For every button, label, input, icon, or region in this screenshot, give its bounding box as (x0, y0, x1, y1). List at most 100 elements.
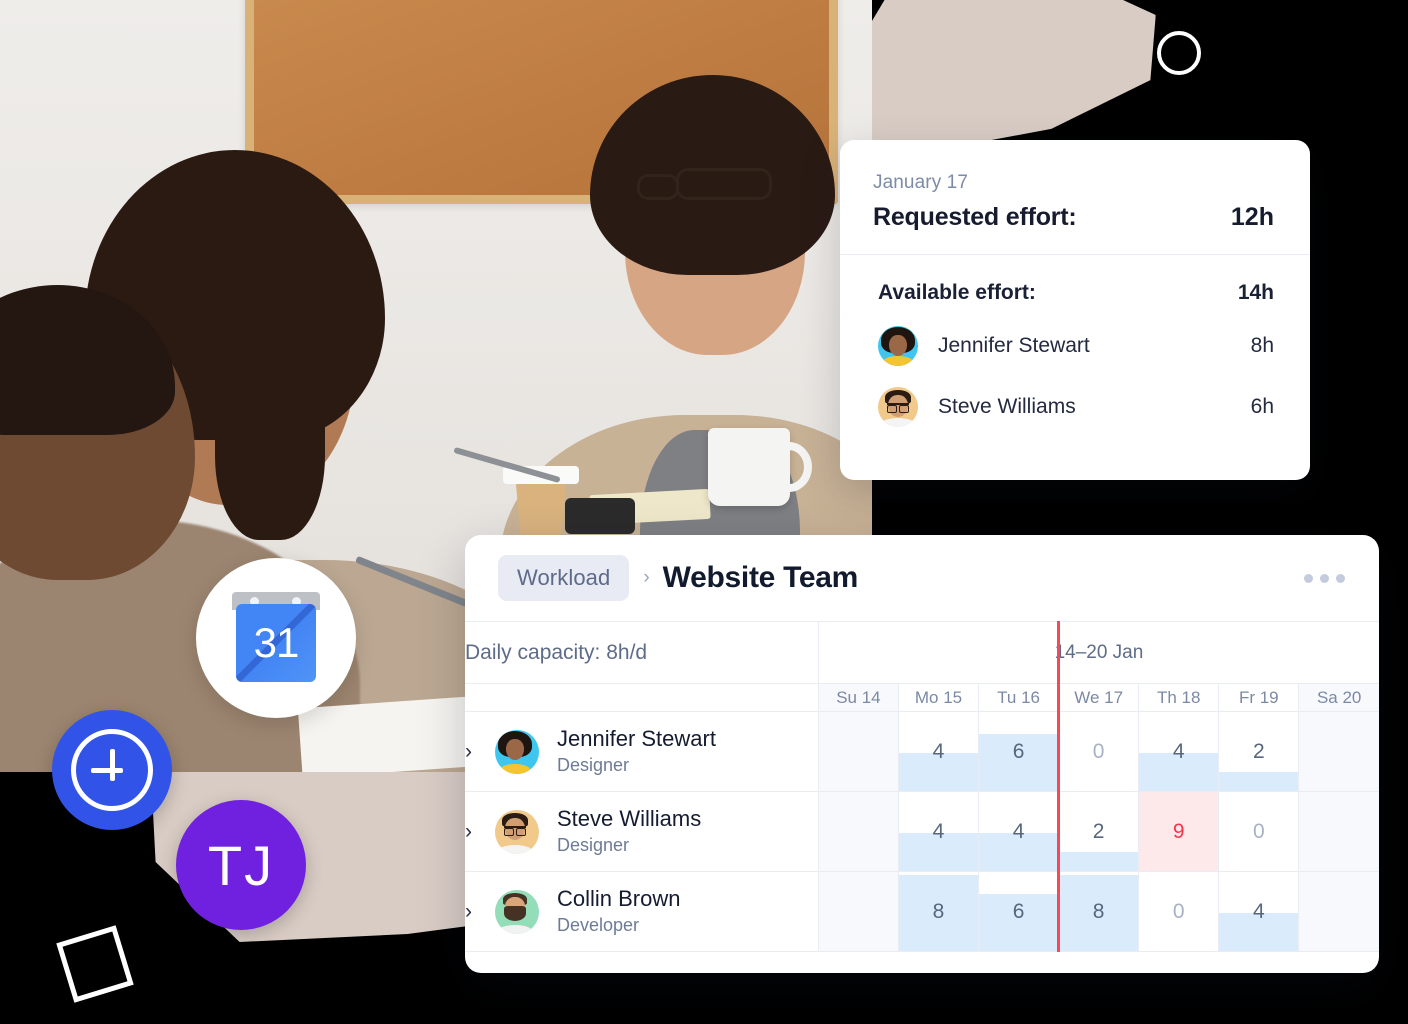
daily-capacity-label: Daily capacity: 8h/d (465, 621, 819, 684)
table-row[interactable]: › Collin Brown Developer 8 6 8 0 4 (465, 871, 1379, 952)
workload-hours-cell[interactable]: 0 (1138, 871, 1219, 952)
screenshot-stage: January 17 Requested effort: 12h Availab… (0, 0, 1408, 1024)
day-column-header[interactable]: Fr 19 (1218, 683, 1299, 712)
breadcrumb-workload[interactable]: Workload (498, 555, 630, 601)
photo-mug (708, 428, 812, 506)
workload-bar (1219, 772, 1299, 791)
workload-hours-cell[interactable] (1298, 871, 1379, 952)
person-name: Jennifer Stewart (938, 334, 1090, 357)
workload-hours-value: 8 (932, 899, 945, 923)
member-name: Jennifer Stewart (557, 725, 716, 751)
workload-hours-cell[interactable]: 4 (1138, 711, 1219, 792)
requested-effort-value: 12h (1230, 203, 1274, 231)
avatar (495, 889, 539, 934)
ellipsis-icon-dot (1336, 573, 1345, 583)
chevron-right-icon[interactable]: › (465, 901, 487, 922)
ellipsis-icon-dot (1304, 573, 1313, 583)
workload-hours-value: 6 (1012, 739, 1025, 763)
day-column-header[interactable]: We 17 (1058, 683, 1139, 712)
breadcrumb-separator-icon: › (643, 567, 650, 588)
photo-desk-object (565, 498, 635, 534)
workload-hours-cell[interactable]: 4 (897, 791, 979, 872)
workload-hours-value: 0 (1172, 899, 1185, 923)
available-effort-value: 14h (1237, 281, 1274, 304)
page-title: Website Team (662, 561, 859, 594)
workload-hours-cell[interactable] (817, 871, 899, 952)
square-outline-shape (56, 925, 134, 1003)
day-column-header[interactable]: Tu 16 (978, 683, 1059, 712)
workload-day-header-row: Su 14 Mo 15 Tu 16 We 17 Th 18 Fr 19 Sa 20 (465, 683, 1379, 712)
member-role: Designer (557, 754, 630, 775)
calendar-day-number: 31 (236, 604, 316, 682)
workload-hours-cell[interactable]: 2 (1218, 711, 1299, 792)
workload-hours-cell[interactable]: 8 (1058, 871, 1139, 952)
workload-hours-cell[interactable]: 2 (1058, 791, 1139, 872)
workload-hours-value: 0 (1092, 739, 1105, 763)
day-column-header[interactable]: Th 18 (1138, 683, 1219, 712)
available-effort-label: Available effort: (878, 281, 1036, 304)
day-header-spacer (465, 683, 819, 712)
member-role: Designer (557, 834, 630, 855)
workload-hours-value: 2 (1252, 739, 1265, 763)
avatar (495, 729, 539, 774)
workload-capacity-row: Daily capacity: 8h/d 14–20 Jan (465, 621, 1379, 684)
day-column-header[interactable]: Sa 20 (1298, 683, 1379, 712)
workload-hours-cell[interactable] (817, 711, 899, 792)
workload-hours-value: 9 (1172, 819, 1185, 843)
list-item[interactable]: Jennifer Stewart 8h (878, 326, 1274, 366)
day-column-header[interactable]: Mo 15 (897, 683, 979, 712)
workload-hours-cell[interactable]: 0 (1218, 791, 1299, 872)
workload-hours-cell[interactable]: 6 (978, 871, 1059, 952)
table-row[interactable]: › Steve Williams Designer 4 4 2 9 0 (465, 791, 1379, 872)
person-hours: 6h (1250, 395, 1274, 418)
member-cell: › Steve Williams Designer (465, 791, 819, 872)
requested-effort-label: Requested effort: (873, 203, 1077, 231)
available-effort-section: Available effort: 14h Jennifer Stewart 8… (840, 255, 1310, 445)
workload-hours-value: 4 (1172, 739, 1185, 763)
workload-hours-value: 2 (1092, 819, 1105, 843)
workload-hours-cell[interactable]: 4 (1218, 871, 1299, 952)
workload-hours-cell[interactable]: 6 (978, 711, 1059, 792)
workload-hours-value: 4 (1012, 819, 1025, 843)
today-marker-line (1057, 621, 1060, 952)
workload-hours-cell[interactable]: 4 (978, 791, 1059, 872)
brush-stroke-shape-top (822, 0, 1164, 159)
workload-hours-value: 4 (1252, 899, 1265, 923)
plus-circle-icon[interactable] (52, 710, 172, 830)
requested-effort-row: Requested effort: 12h (873, 203, 1274, 232)
workload-hours-value: 4 (932, 819, 945, 843)
workload-hours-cell[interactable] (1298, 711, 1379, 792)
effort-date: January 17 (873, 172, 969, 193)
person-name: Steve Williams (938, 395, 1076, 418)
workload-hours-cell[interactable] (817, 791, 899, 872)
photo-person-two-hair-strand (215, 330, 325, 540)
avatar (878, 326, 918, 366)
member-cell: › Collin Brown Developer (465, 871, 819, 952)
workload-hours-cell[interactable] (1298, 791, 1379, 872)
google-calendar-icon-art: 31 (230, 592, 322, 684)
member-cell: › Jennifer Stewart Designer (465, 711, 819, 792)
workload-grid-wrap: Daily capacity: 8h/d 14–20 Jan Su 14 Mo 15 T… (465, 621, 1379, 952)
table-row[interactable]: › Jennifer Stewart Designer 4 6 0 4 2 (465, 711, 1379, 792)
ellipsis-icon-dot (1320, 573, 1329, 583)
avatar-initials-badge[interactable]: TJ (176, 800, 306, 930)
workload-hours-cell[interactable]: 9 (1138, 791, 1219, 872)
workload-bar (1059, 852, 1139, 871)
member-name: Collin Brown (557, 885, 681, 911)
requested-effort-card: January 17 Requested effort: 12h Availab… (840, 140, 1310, 480)
list-item[interactable]: Steve Williams 6h (878, 387, 1274, 427)
week-range-label: 14–20 Jan (817, 621, 1379, 684)
workload-hours-cell[interactable]: 8 (897, 871, 979, 952)
avatar (495, 809, 539, 854)
day-column-header[interactable]: Su 14 (817, 683, 899, 712)
member-name: Steve Williams (557, 805, 702, 831)
chevron-right-icon[interactable]: › (465, 821, 487, 842)
workload-hours-cell[interactable]: 0 (1058, 711, 1139, 792)
workload-hours-cell[interactable]: 4 (897, 711, 979, 792)
chevron-right-icon[interactable]: › (465, 741, 487, 762)
photo-person-three-glasses (637, 168, 772, 200)
more-options-button[interactable] (1304, 573, 1351, 583)
google-calendar-icon[interactable]: 31 (196, 558, 356, 718)
available-effort-row: Available effort: 14h (878, 281, 1274, 305)
workload-hours-value: 6 (1012, 899, 1025, 923)
